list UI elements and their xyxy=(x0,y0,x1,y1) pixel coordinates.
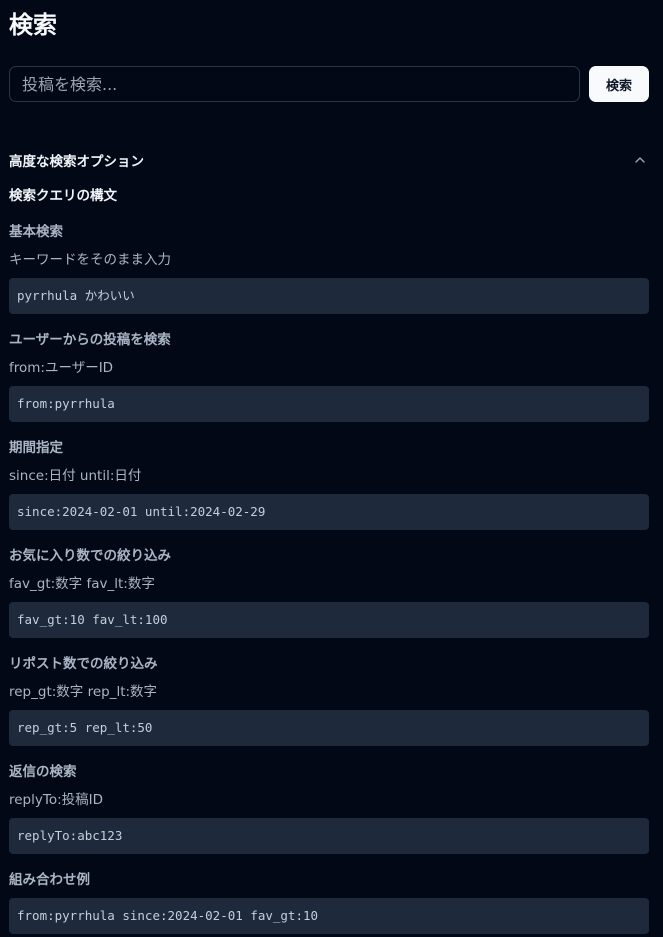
section-description: from:ユーザーID xyxy=(9,360,114,376)
search-button[interactable]: 検索 xyxy=(589,66,649,102)
section-description: replyTo:投稿ID xyxy=(9,792,104,808)
code-example: since:2024-02-01 until:2024-02-29 xyxy=(9,494,649,530)
syntax-section-basic: 基本検索 キーワードをそのまま入力 pyrrhula かわいい xyxy=(9,222,649,314)
chevron-up-icon[interactable] xyxy=(631,151,649,169)
section-title: 基本検索 xyxy=(9,224,63,240)
search-page: 検索 検索 高度な検索オプション 検索クエリの構文 基本検索 キーワードをそのま… xyxy=(0,0,663,937)
code-example: from:pyrrhula xyxy=(9,386,649,422)
advanced-options-title: 高度な検索オプション xyxy=(9,154,144,170)
section-title: お気に入り数での絞り込み xyxy=(9,548,171,564)
search-input[interactable] xyxy=(9,66,580,102)
syntax-section-date-range: 期間指定 since:日付 until:日付 since:2024-02-01 … xyxy=(9,438,649,530)
syntax-section-replies: 返信の検索 replyTo:投稿ID replyTo:abc123 xyxy=(9,762,649,854)
section-description: rep_gt:数字 rep_lt:数字 xyxy=(9,684,158,700)
section-description: since:日付 until:日付 xyxy=(9,468,142,484)
section-title: 返信の検索 xyxy=(9,764,77,780)
section-title: リポスト数での絞り込み xyxy=(9,656,158,672)
section-title: 期間指定 xyxy=(9,440,63,456)
syntax-section-favorites: お気に入り数での絞り込み fav_gt:数字 fav_lt:数字 fav_gt:… xyxy=(9,546,649,638)
section-title: 組み合わせ例 xyxy=(9,872,90,888)
syntax-section-from-user: ユーザーからの投稿を検索 from:ユーザーID from:pyrrhula xyxy=(9,330,649,422)
code-example: replyTo:abc123 xyxy=(9,818,649,854)
page-title: 検索 xyxy=(9,11,57,39)
section-title: ユーザーからの投稿を検索 xyxy=(9,332,171,348)
section-description: fav_gt:数字 fav_lt:数字 xyxy=(9,576,155,592)
advanced-options-toggle[interactable]: 高度な検索オプション xyxy=(9,150,649,170)
syntax-sections: 基本検索 キーワードをそのまま入力 pyrrhula かわいい ユーザーからの投… xyxy=(9,222,649,934)
syntax-section-reposts: リポスト数での絞り込み rep_gt:数字 rep_lt:数字 rep_gt:5… xyxy=(9,654,649,746)
syntax-section-combined: 組み合わせ例 from:pyrrhula since:2024-02-01 fa… xyxy=(9,870,649,934)
search-bar: 検索 xyxy=(9,66,649,102)
code-example: fav_gt:10 fav_lt:100 xyxy=(9,602,649,638)
code-example: rep_gt:5 rep_lt:50 xyxy=(9,710,649,746)
code-example: from:pyrrhula since:2024-02-01 fav_gt:10 xyxy=(9,898,649,934)
section-description: キーワードをそのまま入力 xyxy=(9,252,171,268)
syntax-title: 検索クエリの構文 xyxy=(9,188,117,204)
code-example: pyrrhula かわいい xyxy=(9,278,649,314)
